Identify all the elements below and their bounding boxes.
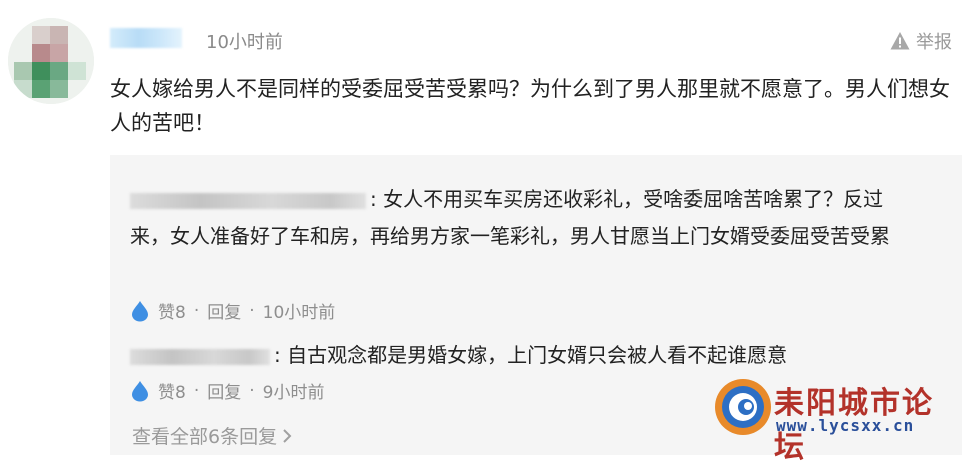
separator-dot: · xyxy=(249,380,255,401)
reply-meta: 赞8 · 回复 · 9小时前 xyxy=(130,378,324,403)
reply-button[interactable]: 回复 xyxy=(207,378,241,403)
report-label: 举报 xyxy=(916,32,952,53)
warning-triangle-icon xyxy=(890,32,910,50)
comment-timestamp: 10小时前 xyxy=(206,32,283,53)
separator-dot: · xyxy=(249,300,255,321)
reply-item: : 自古观念都是男婚女嫁，上门女婿只会被人看不起谁愿意 xyxy=(130,337,930,374)
username-blurred[interactable] xyxy=(110,28,182,48)
like-button[interactable]: 赞8 xyxy=(130,378,186,403)
separator-dot: · xyxy=(193,300,200,321)
reply-username-blurred[interactable] xyxy=(130,192,366,209)
swirl-logo xyxy=(715,379,771,435)
reply-text: : 自古观念都是男婚女嫁，上门女婿只会被人看不起谁愿意 xyxy=(274,343,788,367)
report-button[interactable]: 举报 xyxy=(890,28,952,54)
reply-timestamp: 9小时前 xyxy=(262,383,325,403)
reply-timestamp: 10小时前 xyxy=(262,303,336,323)
reply-meta: 赞8 · 回复 · 10小时前 xyxy=(130,298,335,323)
separator-dot: · xyxy=(193,380,200,401)
droplet-like-icon xyxy=(132,300,148,321)
avatar[interactable] xyxy=(8,18,94,104)
reply-button[interactable]: 回复 xyxy=(207,298,241,323)
like-button[interactable]: 赞8 xyxy=(130,298,186,323)
like-count: 赞8 xyxy=(158,383,186,403)
reply-item: : 女人不用买车买房还收彩礼，受啥委屈啥苦啥累了？反过来，女人准备好了车和房，再… xyxy=(130,181,930,255)
chevron-right-icon xyxy=(283,428,292,443)
reply-username-blurred[interactable] xyxy=(130,348,270,365)
view-all-replies-link[interactable]: 查看全部6条回复 xyxy=(132,422,293,449)
like-count: 赞8 xyxy=(158,303,186,323)
site-watermark: 耒阳城市论坛 www.lycsxx.cn xyxy=(712,372,960,465)
view-all-label: 查看全部6条回复 xyxy=(132,426,278,448)
watermark-url: www.lycsxx.cn xyxy=(776,416,915,435)
droplet-like-icon xyxy=(132,380,148,401)
comment-body: 女人嫁给男人不是同样的受委屈受苦受累吗？为什么到了男人那里就不愿意了。男人们想女… xyxy=(110,77,950,135)
